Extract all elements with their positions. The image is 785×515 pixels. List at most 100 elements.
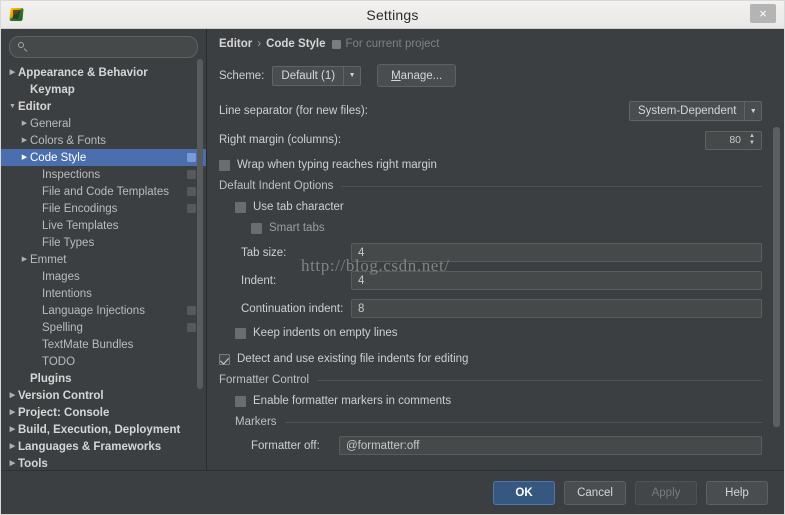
- chevron-right-icon[interactable]: ▶: [19, 120, 30, 127]
- detect-indents-checkbox[interactable]: [219, 353, 230, 365]
- chevron-down-icon: ▼: [744, 102, 761, 120]
- sidebar-item-label: File Encodings: [42, 202, 118, 215]
- sidebar-item-images[interactable]: Images: [1, 268, 206, 285]
- wrap-option-checkbox[interactable]: [219, 159, 230, 171]
- search-input[interactable]: [28, 40, 189, 54]
- breadcrumb-scope-text: For current project: [345, 38, 440, 50]
- sidebar-item-label: Build, Execution, Deployment: [18, 423, 181, 436]
- breadcrumb: Editor › Code Style For current project: [219, 38, 762, 50]
- keep-indents-checkbox[interactable]: [235, 327, 246, 339]
- sidebar-item-label: File and Code Templates: [42, 185, 169, 198]
- sidebar-item-intentions[interactable]: Intentions: [1, 285, 206, 302]
- sidebar-item-emmet[interactable]: ▶ Emmet: [1, 251, 206, 268]
- chevron-right-icon[interactable]: ▶: [19, 256, 30, 263]
- ok-button[interactable]: OK: [493, 480, 555, 505]
- chevron-right-icon[interactable]: ▶: [7, 443, 18, 450]
- sidebar-item-label: Code Style: [30, 151, 87, 164]
- sidebar-item-todo[interactable]: TODO: [1, 353, 206, 370]
- sidebar-item-tools[interactable]: ▶ Tools: [1, 455, 206, 470]
- detect-indents-row[interactable]: Detect and use existing file indents for…: [219, 353, 762, 365]
- sidebar-item-version-control[interactable]: ▶ Version Control: [1, 387, 206, 404]
- indent-row: Indent: 4: [241, 271, 762, 290]
- sidebar-item-label: General: [30, 117, 71, 130]
- breadcrumb-separator: ›: [257, 38, 262, 50]
- scheme-dropdown[interactable]: Default (1) ▼: [272, 65, 362, 86]
- sidebar-item-general[interactable]: ▶ General: [1, 115, 206, 132]
- sidebar-item-plugins[interactable]: Plugins: [1, 370, 206, 387]
- sidebar-item-code-style[interactable]: ▶ Code Style: [1, 149, 206, 166]
- sidebar-item-build-execution-deployment[interactable]: ▶ Build, Execution, Deployment: [1, 421, 206, 438]
- use-tab-character-checkbox[interactable]: [235, 201, 246, 213]
- sidebar-item-language-injections[interactable]: Language Injections: [1, 302, 206, 319]
- sidebar-item-label: Appearance & Behavior: [18, 66, 148, 79]
- indent-input[interactable]: 4: [351, 271, 762, 290]
- sidebar-item-label: File Types: [42, 236, 95, 249]
- right-margin-row: Right margin (columns): 80 ▲ ▼: [219, 130, 762, 150]
- settings-badge-icon: [187, 187, 196, 196]
- sidebar-item-keymap[interactable]: Keymap: [1, 81, 206, 98]
- close-icon[interactable]: ×: [750, 4, 776, 23]
- chevron-right-icon[interactable]: ▶: [7, 426, 18, 433]
- chevron-down-icon[interactable]: ▼: [7, 103, 18, 110]
- chevron-right-icon[interactable]: ▶: [19, 137, 30, 144]
- line-separator-dropdown[interactable]: System-Dependent ▼: [629, 101, 762, 121]
- continuation-indent-row: Continuation indent: 8: [241, 299, 762, 318]
- stepper-down-icon[interactable]: ▼: [749, 140, 755, 146]
- chevron-right-icon[interactable]: ▶: [7, 460, 18, 467]
- tab-size-label: Tab size:: [241, 246, 287, 259]
- chevron-right-icon[interactable]: ▶: [7, 392, 18, 399]
- sidebar-item-editor[interactable]: ▼ Editor: [1, 98, 206, 115]
- stepper-up-icon[interactable]: ▲: [749, 133, 755, 139]
- search-field[interactable]: [9, 36, 198, 58]
- content-scrollbar-thumb[interactable]: [773, 127, 780, 427]
- sidebar-item-colors-fonts[interactable]: ▶ Colors & Fonts: [1, 132, 206, 149]
- chevron-right-icon[interactable]: ▶: [7, 69, 18, 76]
- formatter-off-input[interactable]: @formatter:off: [339, 436, 762, 455]
- sidebar-item-languages-frameworks[interactable]: ▶ Languages & Frameworks: [1, 438, 206, 455]
- sidebar-item-inspections[interactable]: Inspections: [1, 166, 206, 183]
- enable-formatter-markers-checkbox[interactable]: [235, 395, 246, 407]
- sidebar-item-project-console[interactable]: ▶ Project: Console: [1, 404, 206, 421]
- enable-formatter-markers-row[interactable]: Enable formatter markers in comments: [235, 395, 762, 407]
- sidebar-item-textmate-bundles[interactable]: TextMate Bundles: [1, 336, 206, 353]
- right-margin-stepper[interactable]: 80 ▲ ▼: [705, 130, 762, 150]
- smart-tabs-row[interactable]: Smart tabs: [251, 222, 762, 234]
- scheme-label: Scheme:: [219, 69, 265, 82]
- sidebar-item-appearance-behavior[interactable]: ▶ Appearance & Behavior: [1, 64, 206, 81]
- smart-tabs-checkbox[interactable]: [251, 222, 262, 234]
- title-bar: Settings ×: [1, 1, 784, 29]
- settings-sidebar: ▶ Appearance & Behavior Keymap ▼ Editor ▶ Gene…: [1, 29, 207, 470]
- sidebar-item-live-templates[interactable]: Live Templates: [1, 217, 206, 234]
- manage-schemes-button[interactable]: Manage...: [377, 64, 457, 87]
- stepper-arrows[interactable]: ▲ ▼: [746, 133, 761, 146]
- sidebar-item-file-types[interactable]: File Types: [1, 234, 206, 251]
- formatter-off-label: Formatter off:: [251, 439, 320, 452]
- sidebar-item-file-encodings[interactable]: File Encodings: [1, 200, 206, 217]
- cancel-button[interactable]: Cancel: [564, 480, 626, 505]
- sidebar-item-label: TextMate Bundles: [42, 338, 134, 351]
- manage-button-label: anage...: [400, 69, 443, 82]
- chevron-right-icon[interactable]: ▶: [19, 154, 30, 161]
- wrap-option-row[interactable]: Wrap when typing reaches right margin: [219, 159, 762, 171]
- use-tab-character-label: Use tab character: [253, 201, 344, 213]
- sidebar-item-spelling[interactable]: Spelling: [1, 319, 206, 336]
- sidebar-scrollbar-thumb[interactable]: [197, 59, 203, 389]
- sidebar-item-label: Project: Console: [18, 406, 110, 419]
- tab-size-input[interactable]: 4: [351, 243, 762, 262]
- breadcrumb-current: Code Style: [266, 38, 326, 50]
- dialog-footer: OK Cancel Apply Help: [1, 470, 784, 514]
- breadcrumb-parent[interactable]: Editor: [219, 38, 252, 50]
- intellij-idea-icon: [9, 6, 26, 23]
- settings-badge-icon: [187, 306, 196, 315]
- settings-content-panel: Editor › Code Style For current project …: [207, 29, 784, 470]
- line-separator-row: Line separator (for new files): System-D…: [219, 101, 762, 121]
- use-tab-character-row[interactable]: Use tab character: [235, 201, 762, 213]
- sidebar-item-file-and-code-templates[interactable]: File and Code Templates: [1, 183, 206, 200]
- chevron-right-icon[interactable]: ▶: [7, 409, 18, 416]
- markers-title: Markers: [235, 416, 277, 428]
- continuation-indent-input[interactable]: 8: [351, 299, 762, 318]
- keep-indents-row[interactable]: Keep indents on empty lines: [235, 327, 762, 339]
- help-button[interactable]: Help: [706, 480, 768, 505]
- detect-indents-label: Detect and use existing file indents for…: [237, 353, 469, 365]
- apply-button: Apply: [635, 480, 697, 505]
